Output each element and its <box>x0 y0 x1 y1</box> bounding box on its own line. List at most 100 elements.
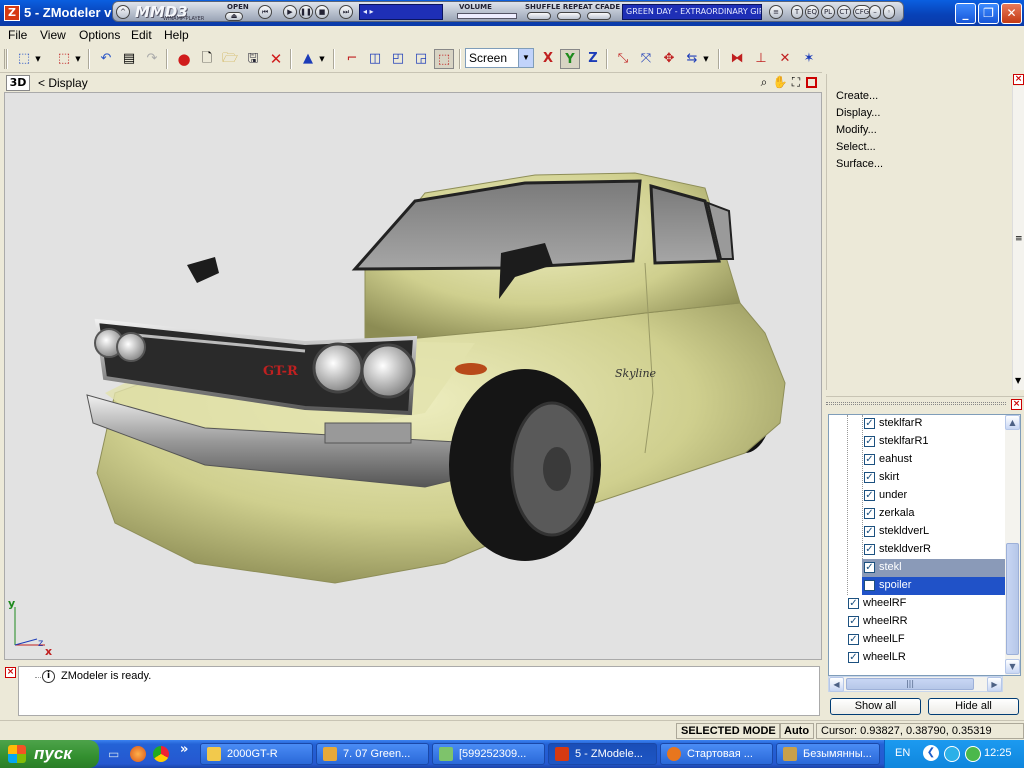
tree-item[interactable]: ✓ wheelLF <box>829 631 1005 649</box>
axis-y-toggle[interactable]: Y <box>560 49 580 69</box>
tree-item[interactable]: ✓ wheelRR <box>829 613 1005 631</box>
scroll-down-icon[interactable]: ▼ <box>1015 376 1021 385</box>
import-icon[interactable]: ⬚ <box>14 49 34 69</box>
task-button-zmodeler[interactable]: 5 - ZModele... <box>548 743 657 765</box>
show-all-button[interactable]: Show all <box>830 698 921 715</box>
menu-view[interactable]: View <box>40 28 66 42</box>
tree-scroll-thumb[interactable] <box>1006 543 1019 655</box>
scroll-up-icon[interactable]: ▲ <box>1005 415 1020 430</box>
task-button-firefox[interactable]: Стартовая ... <box>660 743 773 765</box>
tree-item[interactable]: ✓ eahust <box>829 451 1005 469</box>
player-t-button[interactable]: T <box>791 5 803 19</box>
menu-edit[interactable]: Edit <box>131 28 152 42</box>
tree-checkbox[interactable]: ✓ <box>864 472 875 483</box>
tree-checkbox[interactable]: ✓ <box>848 652 859 663</box>
tree-item[interactable]: ✓ zerkala <box>829 505 1005 523</box>
shuffle-button[interactable] <box>527 12 551 20</box>
prev-button[interactable]: ⏮ <box>258 5 272 19</box>
zoom-extents-icon[interactable]: ⛶ <box>786 72 806 92</box>
chevron-down-icon[interactable]: ▼ <box>518 49 533 67</box>
player-list-icon[interactable]: ≡ <box>769 5 783 19</box>
tree-item[interactable]: ✓ steklfarR1 <box>829 433 1005 451</box>
player-minimize-button[interactable]: – <box>869 5 881 19</box>
toolbar-grip[interactable] <box>4 49 8 69</box>
cone-dropdown-icon[interactable]: ▼ <box>317 49 327 69</box>
hide-all-button[interactable]: Hide all <box>928 698 1019 715</box>
tree-item[interactable]: ✓ steklfarR <box>829 415 1005 433</box>
tree-item[interactable]: ✓ under <box>829 487 1005 505</box>
close-icon[interactable]: × <box>5 667 16 678</box>
edge-mode-icon[interactable]: ◫ <box>365 49 385 69</box>
axis-local-icon[interactable]: ⊥ <box>751 49 771 69</box>
mirror-dropdown-icon[interactable]: ▼ <box>701 49 711 69</box>
play-button[interactable]: ▶ <box>283 5 297 19</box>
face-mode-icon[interactable]: ◰ <box>388 49 408 69</box>
tree-checkbox[interactable] <box>864 580 875 591</box>
next-button[interactable]: ⏭ <box>339 5 353 19</box>
axis-world-icon[interactable]: ✕ <box>775 49 795 69</box>
delete-icon[interactable]: ✕ <box>266 49 286 69</box>
tray-app-icon[interactable] <box>965 746 981 762</box>
scroll-left-icon[interactable]: ◀ <box>829 677 844 692</box>
rotate-icon[interactable]: ⤧ <box>636 49 656 69</box>
vertex-mode-icon[interactable]: ⌐ <box>342 49 362 69</box>
export-dropdown-icon[interactable]: ▼ <box>73 49 83 69</box>
menu-options[interactable]: Options <box>79 28 120 42</box>
cmd-surface[interactable]: Surface... <box>836 158 883 170</box>
player-ct-button[interactable]: CT <box>837 5 851 19</box>
viewport-title[interactable]: < Display <box>38 76 88 90</box>
tree-item[interactable]: ✓ stekldverR <box>829 541 1005 559</box>
close-button[interactable]: ✕ <box>1001 3 1022 24</box>
axis-z-toggle[interactable]: Z <box>583 49 603 69</box>
task-button-winamp[interactable]: 7. 07 Green... <box>316 743 429 765</box>
move-icon[interactable]: ⤡ <box>613 49 633 69</box>
task-button-paint[interactable]: Безымянны... <box>776 743 880 765</box>
tree-checkbox[interactable]: ✓ <box>864 490 875 501</box>
task-button-2000gt-r[interactable]: 2000GT-R <box>200 743 313 765</box>
task-button-chat[interactable]: [599252309... <box>432 743 545 765</box>
tree-vertical-scrollbar[interactable]: ▲ ▼ <box>1005 415 1020 675</box>
cmd-select[interactable]: Select... <box>836 141 876 153</box>
tree-checkbox[interactable]: ✓ <box>864 544 875 555</box>
open-folder-icon[interactable]: 🗁 <box>220 49 240 69</box>
cmd-display[interactable]: Display... <box>836 107 880 119</box>
chrome-quicklaunch-icon[interactable] <box>153 746 169 762</box>
menu-help[interactable]: Help <box>164 28 189 42</box>
cmd-modify[interactable]: Modify... <box>836 124 877 136</box>
quicklaunch-more-icon[interactable]: » <box>180 742 188 757</box>
tree-horizontal-scrollbar[interactable]: ◀ ||| ▶ <box>828 676 1003 692</box>
minimize-button[interactable]: _ <box>955 3 976 24</box>
tree-checkbox[interactable]: ✓ <box>848 634 859 645</box>
maximize-viewport-icon[interactable] <box>806 77 817 88</box>
player-eq-button[interactable]: EQ <box>805 5 819 19</box>
axis-user-icon[interactable]: ✶ <box>799 49 819 69</box>
tree-item[interactable]: ✓ skirt <box>829 469 1005 487</box>
properties-icon[interactable]: ▤ <box>119 49 139 69</box>
command-panel-scrollbar[interactable]: ≡ ▼ <box>1012 86 1024 390</box>
tree-item[interactable]: ✓ stekldverL <box>829 523 1005 541</box>
volume-slider[interactable] <box>457 13 517 19</box>
tree-checkbox[interactable]: ✓ <box>864 418 875 429</box>
tree-checkbox[interactable]: ✓ <box>864 526 875 537</box>
player-pl-button[interactable]: PL <box>821 5 835 19</box>
panel-divider[interactable]: × <box>826 396 1024 410</box>
tray-back-icon[interactable]: ❮ <box>923 745 939 761</box>
close-icon[interactable]: × <box>1013 74 1024 85</box>
player-menu-button[interactable]: ^ <box>116 5 130 19</box>
view-mode-select[interactable]: Screen ▼ <box>465 48 534 68</box>
show-desktop-icon[interactable]: ▭ <box>108 747 124 761</box>
pause-button[interactable]: ❚❚ <box>299 5 313 19</box>
redo-icon[interactable]: ↷ <box>142 49 162 69</box>
close-icon[interactable]: × <box>1011 399 1022 410</box>
menu-file[interactable]: File <box>8 28 27 42</box>
tree-checkbox[interactable]: ✓ <box>864 508 875 519</box>
undo-icon[interactable]: ↶ <box>96 49 116 69</box>
firefox-quicklaunch-icon[interactable] <box>130 746 146 762</box>
axis-x-toggle[interactable]: X <box>538 49 558 69</box>
save-icon[interactable]: 🖫 <box>243 49 263 69</box>
mirror-icon[interactable]: ⇆ <box>682 49 702 69</box>
player-shade-button[interactable]: ◦ <box>883 5 895 19</box>
stop-button[interactable]: ■ <box>315 5 329 19</box>
magnet-icon[interactable]: ⧓ <box>727 49 747 69</box>
tree-checkbox[interactable]: ✓ <box>848 598 859 609</box>
